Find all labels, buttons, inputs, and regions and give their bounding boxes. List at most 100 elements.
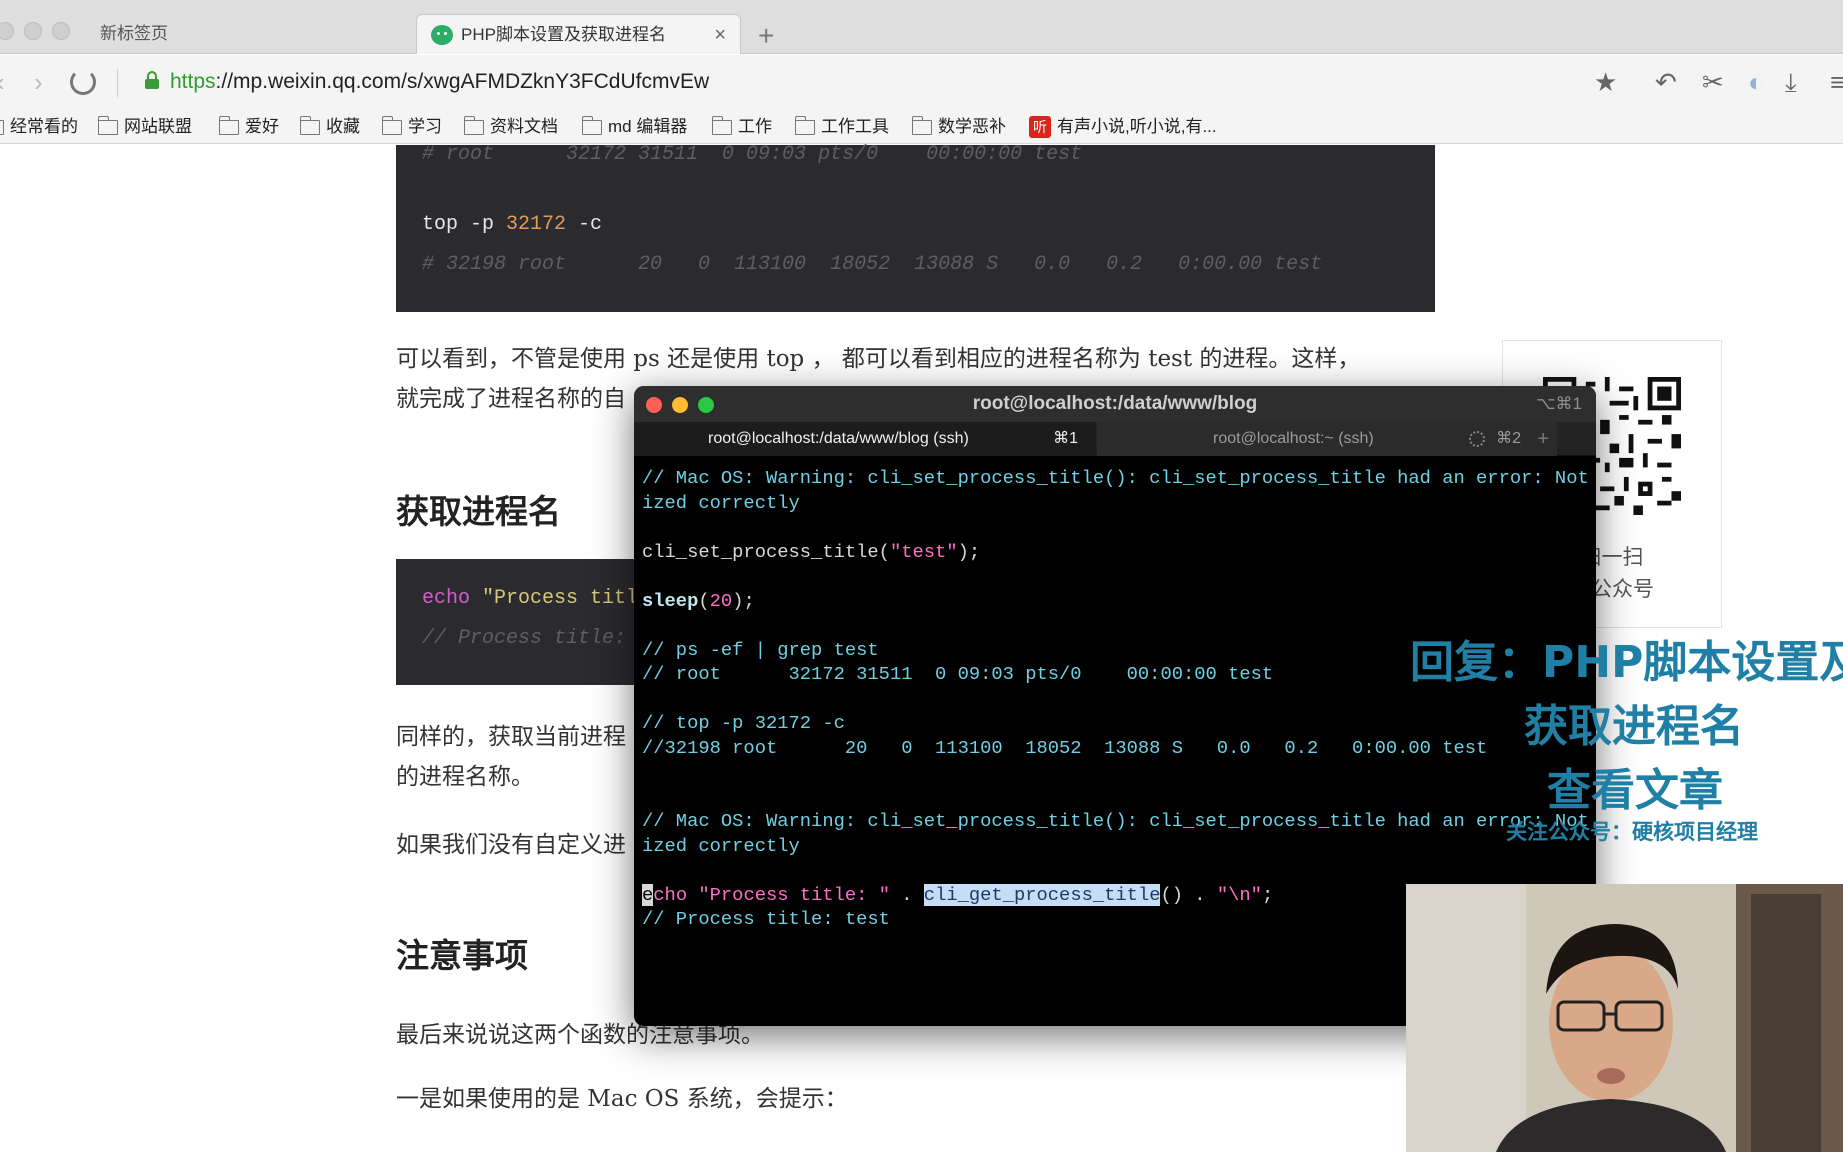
code-punct: ; xyxy=(1261,883,1274,906)
tab-new-tab[interactable]: 新标签页 xyxy=(82,14,412,54)
code-punct: ); xyxy=(732,589,755,612)
section-heading: 获取进程名 xyxy=(396,492,561,531)
code-string: "\n" xyxy=(1216,883,1262,906)
scissors-icon[interactable]: ✂ xyxy=(1702,67,1724,97)
code-keyword: echo xyxy=(422,587,471,610)
terminal-tab-1[interactable]: root@localhost:/data/www/blog (ssh) ⌘1 xyxy=(634,422,1096,456)
bookmarks-bar: 经常看的 网站联盟 爱好 收藏 学习 资料文档 md 编辑器 工作 工作工具 数… xyxy=(0,111,1843,144)
code-number: 20 xyxy=(709,589,733,612)
tab-article[interactable]: PHP脚本设置及获取进程名 × xyxy=(416,14,741,54)
code-comment: # 32198 root 20 0 113100 18052 13088 S 0… xyxy=(422,253,1323,276)
bookmark-folder[interactable]: 学习 xyxy=(381,114,442,140)
code-punct: () . xyxy=(1160,883,1217,906)
audio-book-icon: 听 xyxy=(1029,116,1051,138)
bookmark-folder[interactable]: 工作工具 xyxy=(794,114,889,140)
bookmark-folder[interactable]: 收藏 xyxy=(299,114,360,140)
selected-text[interactable]: cli_get_process_title xyxy=(923,883,1161,906)
terminal-line: // root 32172 31511 0 09:03 pts/0 00:00:… xyxy=(642,663,1274,685)
forward-icon[interactable]: › xyxy=(34,67,43,97)
menu-icon[interactable]: ≡ xyxy=(1830,67,1843,97)
terminal-line: //32198 root 20 0 113100 18052 13088 S 0… xyxy=(642,736,1488,759)
window-minimize-button[interactable] xyxy=(24,22,42,40)
code-punct: ); xyxy=(957,540,981,563)
folder-icon xyxy=(381,116,402,135)
window-zoom-button[interactable] xyxy=(52,22,70,40)
divider xyxy=(117,69,118,97)
code-string: "test" xyxy=(889,540,958,563)
code-punct: . xyxy=(889,883,924,906)
folder-icon xyxy=(581,116,602,135)
address-toolbar: ‹ › https://mp.weixin.qq.com/s/xwgAFMDZk… xyxy=(0,55,1843,111)
window-close-button[interactable] xyxy=(0,22,14,40)
bookmark-folder[interactable]: 工作 xyxy=(711,114,772,140)
url-scheme: https xyxy=(170,70,216,93)
overlay-follow-text: 关注公众号：硬核项目经理 xyxy=(1506,820,1758,844)
code-function: cli_set_process_title( xyxy=(642,540,890,563)
folder-icon xyxy=(97,116,118,135)
terminal-shortcut: ⌥⌘1 xyxy=(1535,394,1582,413)
extension-icon[interactable]: ◐ xyxy=(1748,67,1764,97)
paragraph: 如果我们没有自定义进 xyxy=(396,832,626,858)
paragraph: 的进程名称。 xyxy=(396,764,534,790)
terminal-line: // ps -ef | grep test xyxy=(642,638,879,661)
terminal-tab-2[interactable]: root@localhost:~ (ssh) ⌘2 + xyxy=(1097,422,1557,456)
code-function: sleep xyxy=(642,589,699,612)
undo-icon[interactable]: ↶ xyxy=(1655,67,1677,97)
url-path: ://mp.weixin.qq.com/s/xwgAFMDZknY3FCdUfc… xyxy=(215,70,710,93)
bookmark-label: 有声小说,听小说,有... xyxy=(1057,117,1217,136)
bookmark-folder[interactable]: 经常看的 xyxy=(0,114,78,140)
tab-bar: 新标签页 PHP脚本设置及获取进程名 × + xyxy=(0,0,1843,54)
folder-icon xyxy=(218,116,239,135)
folder-icon xyxy=(0,120,4,135)
bookmark-folder[interactable]: 爱好 xyxy=(218,114,279,140)
code-comment: // Process title: t xyxy=(422,627,651,650)
overlay-title-text: 获取进程名 xyxy=(1524,701,1744,752)
code-option: -c xyxy=(566,213,603,236)
paragraph: 一是如果使用的是 Mac OS 系统，会提示： xyxy=(396,1086,848,1112)
bookmark-audio-novel[interactable]: 听有声小说,听小说,有... xyxy=(1029,114,1217,140)
code-line: top -p 32172 -c xyxy=(422,213,602,236)
folder-icon xyxy=(711,116,732,135)
code-string: "Process title xyxy=(470,587,651,610)
terminal-line: ized correctly xyxy=(642,834,800,857)
paragraph: 就完成了进程名称的自 xyxy=(396,386,626,412)
tab-label: PHP脚本设置及获取进程名 xyxy=(461,25,666,44)
bookmark-folder[interactable]: 数学恶补 xyxy=(911,114,1006,140)
tab-close-icon[interactable]: × xyxy=(714,15,726,55)
url-field[interactable]: https://mp.weixin.qq.com/s/xwgAFMDZknY3F… xyxy=(170,70,709,94)
bookmark-label: 资料文档 xyxy=(490,117,558,136)
terminal-line: // Process title: test xyxy=(642,908,890,930)
code-block-top: # root 32172 31511 0 09:03 pts/0 00:00:0… xyxy=(396,143,1435,312)
star-icon[interactable]: ★ xyxy=(1594,67,1617,97)
bookmark-folder[interactable]: 资料文档 xyxy=(463,114,558,140)
webcam-video xyxy=(1406,884,1843,1152)
bookmark-label: 工作 xyxy=(738,117,772,136)
bookmark-label: 爱好 xyxy=(245,117,279,136)
folder-icon xyxy=(794,116,815,135)
bookmark-folder[interactable]: 网站联盟 xyxy=(97,114,192,140)
terminal-title: root@localhost:/data/www/blog xyxy=(972,393,1258,414)
reload-icon[interactable] xyxy=(70,69,96,95)
overlay-reply-text: 回复：PHP脚本设置及 xyxy=(1410,637,1843,688)
code-string: "Process title: " xyxy=(698,883,890,906)
terminal-line: // Mac OS: Warning: cli_set_process_titl… xyxy=(642,810,1596,832)
bookmark-label: 网站联盟 xyxy=(124,117,192,136)
section-heading: 注意事项 xyxy=(396,936,528,975)
folder-icon xyxy=(463,116,484,135)
add-tab-button[interactable]: + xyxy=(1537,422,1549,456)
code-number: 32172 xyxy=(506,213,567,236)
bookmark-label: md 编辑器 xyxy=(608,117,688,136)
back-icon[interactable]: ‹ xyxy=(0,67,5,97)
download-icon[interactable]: ⤓ xyxy=(1785,67,1797,97)
bookmark-folder[interactable]: md 编辑器 xyxy=(581,114,688,140)
lock-icon[interactable] xyxy=(145,71,159,89)
code-line: echo "Process title xyxy=(422,587,650,610)
terminal-tab-bar: root@localhost:/data/www/blog (ssh) ⌘1 r… xyxy=(634,422,1596,456)
bookmark-label: 经常看的 xyxy=(10,117,78,136)
spinner-icon xyxy=(1469,431,1485,447)
terminal-tab-shortcut: ⌘1 xyxy=(1053,430,1078,447)
new-tab-button[interactable]: + xyxy=(758,18,774,54)
terminal-titlebar[interactable]: root@localhost:/data/www/blog ⌥⌘1 xyxy=(634,386,1596,422)
code-punct: ( xyxy=(698,589,710,612)
terminal-tab-label: root@localhost:/data/www/blog (ssh) xyxy=(708,430,969,447)
